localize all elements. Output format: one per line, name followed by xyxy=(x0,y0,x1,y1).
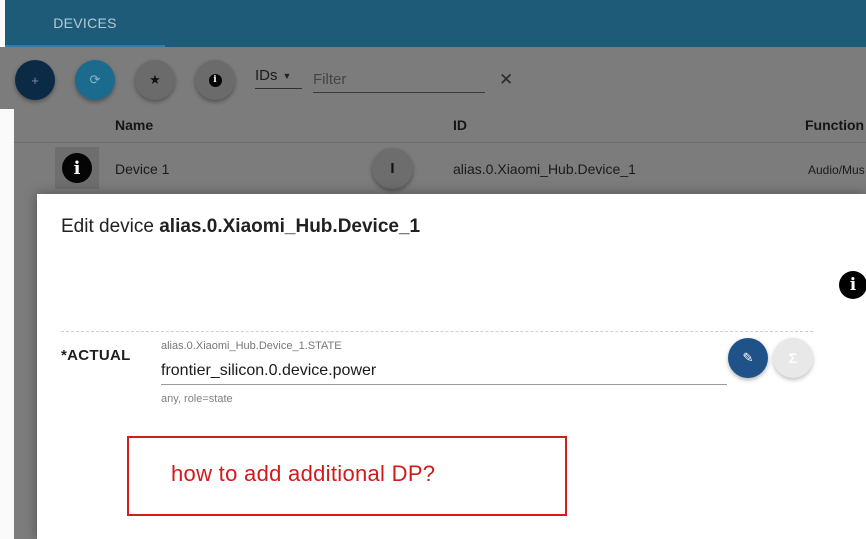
info-icon: i xyxy=(62,153,92,183)
state-label: *ACTUAL xyxy=(61,347,131,364)
info-icon[interactable]: i xyxy=(839,271,866,299)
column-header-name[interactable]: Name xyxy=(115,117,153,133)
clear-filter-icon[interactable]: ✕ xyxy=(499,70,513,90)
sigma-icon: Σ xyxy=(788,350,798,366)
device-name: Device 1 xyxy=(115,161,170,177)
info-icon: i xyxy=(208,73,222,87)
pencil-icon: ✎ xyxy=(742,350,754,365)
ids-select-label: IDs xyxy=(255,67,278,84)
dialog-title-prefix: Edit device xyxy=(61,216,160,237)
app-page: DEVICES + ⟳ ★ i IDs ▼ ✕ Name ID Function… xyxy=(0,0,866,539)
add-button[interactable]: + xyxy=(15,60,55,100)
ids-select[interactable]: IDs ▼ xyxy=(255,63,302,89)
device-id: alias.0.Xiaomi_Hub.Device_1 xyxy=(453,161,636,177)
edit-name-button[interactable]: I xyxy=(372,148,413,189)
favorites-button[interactable]: ★ xyxy=(135,60,175,100)
divider xyxy=(61,331,813,332)
formula-button[interactable]: Σ xyxy=(773,338,813,378)
state-id: alias.0.Xiaomi_Hub.Device_1.STATE xyxy=(161,340,342,352)
state-hint: any, role=state xyxy=(161,393,233,405)
filter-input[interactable] xyxy=(313,67,485,93)
plus-icon: + xyxy=(31,72,39,88)
column-header-id[interactable]: ID xyxy=(453,117,467,133)
chevron-down-icon: ▼ xyxy=(282,70,292,81)
device-function: Audio/Mus xyxy=(808,163,865,177)
text-cursor-icon: I xyxy=(390,160,395,177)
device-icon-box: i xyxy=(55,147,99,189)
edit-state-button[interactable]: ✎ xyxy=(728,338,768,378)
refresh-icon: ⟳ xyxy=(89,72,101,87)
refresh-button[interactable]: ⟳ xyxy=(75,60,115,100)
state-value-input[interactable] xyxy=(161,357,727,385)
dialog-title-device: alias.0.Xiaomi_Hub.Device_1 xyxy=(159,216,421,237)
tab-devices[interactable]: DEVICES xyxy=(5,0,165,47)
info-button[interactable]: i xyxy=(195,60,235,100)
column-header-function[interactable]: Function xyxy=(805,117,864,133)
annotation-text: how to add additional DP? xyxy=(171,461,436,486)
dialog-title: Edit device alias.0.Xiaomi_Hub.Device_1 xyxy=(61,216,420,238)
star-icon: ★ xyxy=(149,72,161,87)
